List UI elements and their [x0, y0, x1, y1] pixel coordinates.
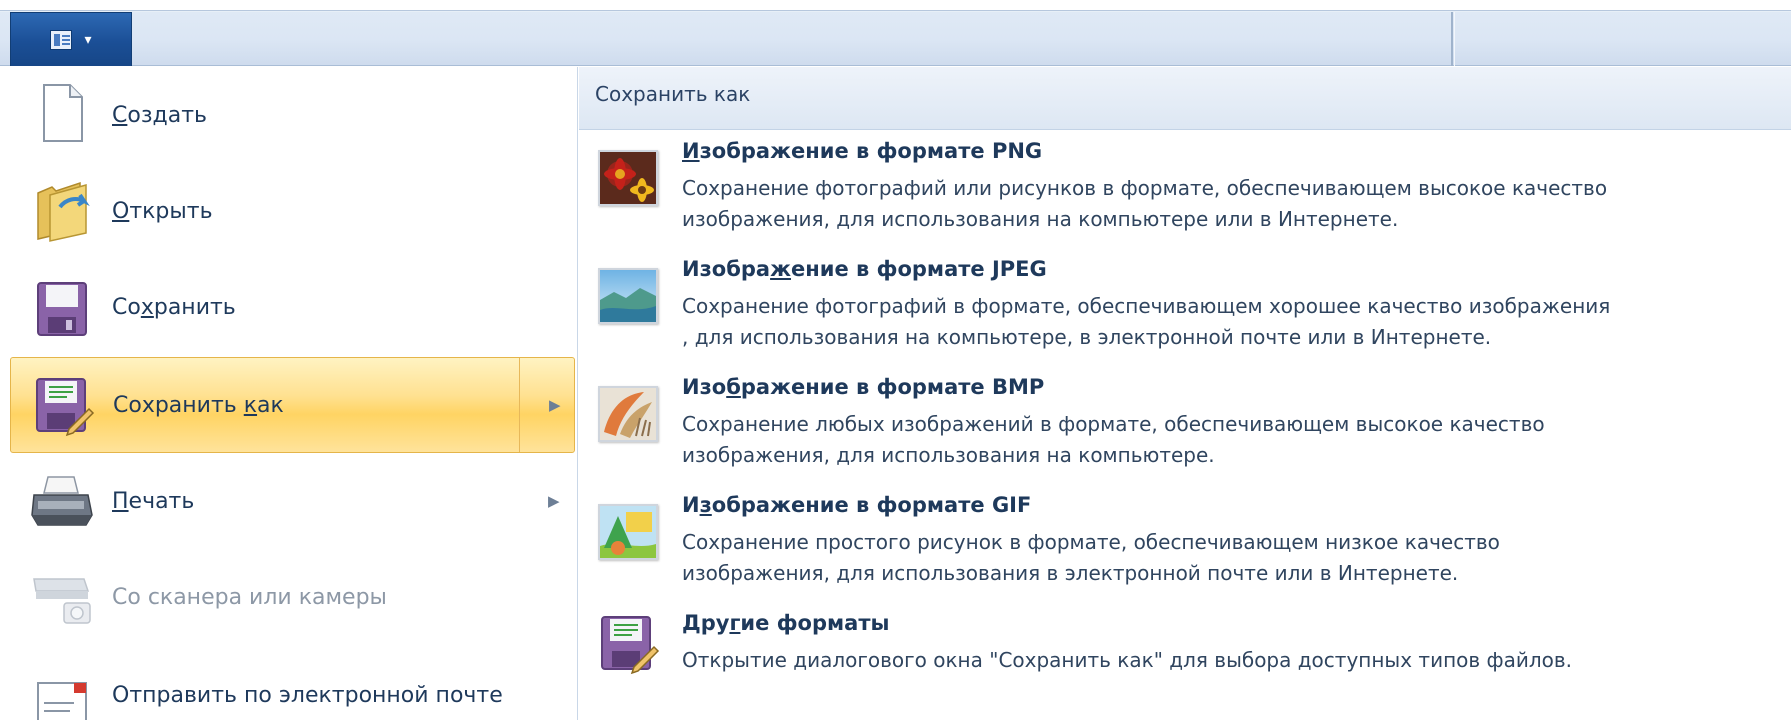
application-menu-icon [50, 29, 73, 50]
save-as-gif-option[interactable]: Изображение в формате GIF Сохранение про… [595, 491, 1775, 603]
printer-icon [31, 476, 93, 526]
ribbon-divider-highlight [1454, 12, 1455, 66]
submenu-arrow-icon: ▶ [548, 492, 560, 510]
option-description: Сохранение фотографий или рисунков в фор… [682, 176, 1608, 231]
option-title: Изображение в формате BMP [682, 375, 1045, 399]
submenu-arrow-icon: ▶ [549, 396, 561, 414]
email-icon [37, 682, 87, 720]
png-flower-icon [595, 146, 661, 210]
menu-item-new[interactable]: Создать [10, 67, 575, 163]
menu-item-from-scanner: Со сканера или камеры [10, 549, 575, 645]
save-as-other-formats-option[interactable]: Другие форматы Открытие диалогового окна… [595, 609, 1775, 720]
menu-item-label: Со сканера или камеры [112, 584, 387, 610]
menu-item-open[interactable]: Открыть [10, 163, 575, 259]
menu-item-label: Отправить по электронной почте [112, 683, 503, 708]
option-description: Сохранение фотографий в формате, обеспеч… [682, 294, 1611, 349]
jpeg-landscape-icon [595, 264, 661, 328]
menu-item-print[interactable]: Печать ▶ [10, 453, 575, 549]
save-as-jpeg-option[interactable]: Изображение в формате JPEG Сохранение фо… [595, 255, 1775, 367]
menu-item-save-as[interactable]: Сохранить как ▶ [10, 357, 575, 453]
option-description: Открытие диалогового окна "Сохранить как… [682, 648, 1573, 672]
option-title: Изображение в формате GIF [682, 493, 1032, 517]
gif-shapes-icon [595, 500, 661, 564]
application-menu-button[interactable]: ▾ [10, 12, 132, 66]
option-description: Сохранение любых изображений в формате, … [682, 412, 1545, 467]
option-description: Сохранение простого рисунок в формате, о… [682, 530, 1500, 585]
chevron-down-icon: ▾ [84, 31, 92, 48]
save-as-bmp-option[interactable]: Изображение в формате BMP Сохранение люб… [595, 373, 1775, 485]
scanner-icon [33, 578, 91, 624]
menu-item-save[interactable]: Сохранить [10, 259, 575, 355]
ribbon-bar [0, 0, 1791, 66]
option-title: Изображение в формате PNG [682, 139, 1043, 163]
bmp-paint-icon [595, 382, 661, 446]
menu-item-send-email[interactable]: Отправить по электронной почте [10, 645, 575, 720]
submenu-split-divider [519, 358, 520, 452]
option-title: Изображение в формате JPEG [682, 257, 1047, 281]
ribbon-top-border [0, 10, 1791, 11]
menu-item-label: Создать [112, 102, 208, 128]
menu-item-label: Сохранить как [113, 392, 284, 418]
application-menu-left-column: Создать Открыть Сохранить Сохранить как … [0, 67, 578, 720]
ribbon-divider [1451, 12, 1453, 66]
save-as-png-option[interactable]: Изображение в формате PNG Сохранение фот… [595, 137, 1775, 249]
menu-item-label: Сохранить [112, 294, 236, 320]
menu-item-label: Открыть [112, 198, 213, 224]
option-title: Другие форматы [682, 611, 890, 635]
panel-title: Сохранить как [579, 67, 1791, 130]
save-as-submenu-panel: Сохранить как Изображение в формате PNG … [579, 67, 1791, 720]
new-document-icon [43, 84, 83, 142]
save-disk-icon [37, 282, 87, 336]
save-as-icon [601, 616, 660, 675]
menu-item-label: Печать [112, 488, 195, 514]
open-folder-icon [37, 181, 90, 242]
save-as-icon [36, 378, 95, 437]
